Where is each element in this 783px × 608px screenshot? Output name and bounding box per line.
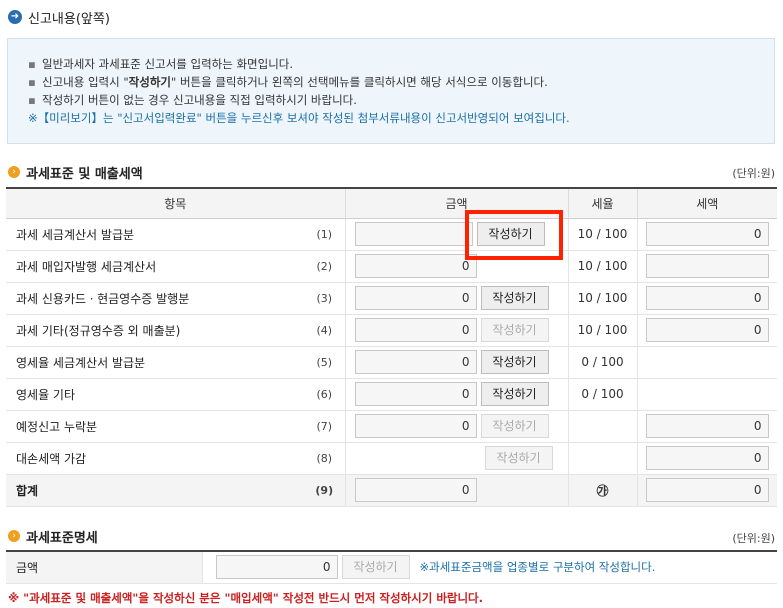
write-button[interactable]: 작성하기 xyxy=(480,318,549,342)
amount-input[interactable]: 0 xyxy=(354,318,477,342)
info-bold-label: 작성하기 xyxy=(128,75,171,89)
amount-input[interactable]: 0 xyxy=(354,286,477,310)
tax-input[interactable]: 0 xyxy=(645,446,769,470)
table-row: 금액 0 작성하기 ※과세표준금액을 업종별로 구분하여 작성합니다. xyxy=(6,550,777,584)
tax-input[interactable] xyxy=(645,254,769,278)
section-bullet-icon: › xyxy=(8,166,20,178)
total-rate-symbol: ㉮ xyxy=(567,474,637,507)
table-row: 대손세액 가감 (8) 작성하기 0 xyxy=(6,442,777,475)
row-number: (6) xyxy=(304,378,345,411)
info-note: ※【미리보기】는 "신고서입력완료" 버튼을 누르신후 보셔야 작성된 첨부서류… xyxy=(28,111,570,125)
table-row: 과세 신용카드ㆍ현금영수증 발행분 (3) 0 작성하기 10 / 100 0 xyxy=(6,282,777,315)
row-label: 영세율 세금계산서 발급분 xyxy=(6,346,304,379)
tax-input[interactable]: 0 xyxy=(645,222,769,246)
page-title: ➜ 신고내용(앞쪽) xyxy=(8,8,110,27)
page-title-text: 신고내용(앞쪽) xyxy=(28,11,110,27)
row-number: (3) xyxy=(304,282,345,315)
write-button[interactable]: 작성하기 xyxy=(480,286,549,310)
tax-base-amount-input[interactable]: 0 xyxy=(215,555,338,580)
total-label: 합계 xyxy=(6,474,304,507)
tax-rate: 10 / 100 xyxy=(567,218,637,251)
info-line-2: ▪ 신고내용 입력시 "작성하기" 버튼을 클릭하거나 왼쪽의 선택메뉴를 클릭하… xyxy=(28,75,548,89)
row-number: (5) xyxy=(304,346,345,379)
row-label: 과세 기타(정규영수증 외 매출분) xyxy=(6,314,304,347)
sales-tax-table: 항목 금액 세율 세액 과세 세금계산서 발급분 (1) 작성하기 10 / 1… xyxy=(6,187,777,507)
section-tax-base-heading: › 과세표준명세 xyxy=(8,527,98,546)
tax-rate: 10 / 100 xyxy=(567,250,637,283)
header-item: 항목 xyxy=(6,187,345,219)
header-rate: 세율 xyxy=(567,187,637,219)
row-number: (2) xyxy=(304,250,345,283)
tax-rate: 10 / 100 xyxy=(567,314,637,347)
amount-input[interactable]: 0 xyxy=(354,350,477,374)
info-box: ▪ 일반과세자 과세표준 신고서를 입력하는 화면입니다. ▪ 신고내용 입력시 "… xyxy=(7,38,775,144)
row-label: 영세율 기타 xyxy=(6,378,304,411)
write-button[interactable]: 작성하기 xyxy=(480,350,549,374)
total-number: (9) xyxy=(304,474,345,507)
row-label: 대손세액 가감 xyxy=(6,442,304,475)
row-number: (4) xyxy=(304,314,345,347)
tax-input[interactable]: 0 xyxy=(645,414,769,438)
write-button[interactable]: 작성하기 xyxy=(480,414,549,438)
tax-base-table: 금액 0 작성하기 ※과세표준금액을 업종별로 구분하여 작성합니다. xyxy=(6,550,777,584)
row-number: (1) xyxy=(304,218,345,251)
row-label: 금액 xyxy=(6,550,202,584)
row-number: (7) xyxy=(304,410,345,443)
tax-input[interactable]: 0 xyxy=(645,286,769,310)
section-sales-tax-heading: › 과세표준 및 매출세액 xyxy=(8,163,143,182)
amount-input[interactable]: 0 xyxy=(354,382,477,406)
tax-input[interactable]: 0 xyxy=(645,318,769,342)
total-row: 합계 (9) 0 ㉮ 0 xyxy=(6,474,777,507)
row-label: 과세 신용카드ㆍ현금영수증 발행분 xyxy=(6,282,304,315)
tax-rate: 0 / 100 xyxy=(567,378,637,411)
total-amount-input[interactable]: 0 xyxy=(354,478,477,502)
write-button[interactable]: 작성하기 xyxy=(480,382,549,406)
table-row: 과세 매입자발행 세금계산서 (2) 0 10 / 100 xyxy=(6,250,777,283)
row-label: 예정신고 누락분 xyxy=(6,410,304,443)
total-tax-input[interactable]: 0 xyxy=(645,478,769,502)
arrow-right-icon: ➜ xyxy=(8,10,22,24)
amount-input[interactable] xyxy=(354,222,473,246)
amount-input[interactable]: 0 xyxy=(354,254,477,278)
section-bullet-icon: › xyxy=(8,530,20,542)
info-line-3: ▪ 작성하기 버튼이 없는 경우 신고내용을 직접 입력하시기 바랍니다. xyxy=(28,93,357,107)
table-row: 과세 기타(정규영수증 외 매출분) (4) 0 작성하기 10 / 100 0 xyxy=(6,314,777,347)
write-button[interactable]: 작성하기 xyxy=(341,555,410,580)
row-number: (8) xyxy=(304,442,345,475)
row-label: 과세 매입자발행 세금계산서 xyxy=(6,250,304,283)
info-line-1: ▪ 일반과세자 과세표준 신고서를 입력하는 화면입니다. xyxy=(28,57,294,71)
table-row: 예정신고 누락분 (7) 0 작성하기 0 xyxy=(6,410,777,443)
table-row: 영세율 세금계산서 발급분 (5) 0 작성하기 0 / 100 xyxy=(6,346,777,379)
tax-rate: 10 / 100 xyxy=(567,282,637,315)
amount-input[interactable]: 0 xyxy=(354,414,477,438)
header-tax: 세액 xyxy=(636,187,777,219)
tax-rate: 0 / 100 xyxy=(567,346,637,379)
unit-label: (단위:원) xyxy=(732,532,775,545)
warning-note: ※ "과세표준 및 매출세액"을 작성하신 분은 "매입세액" 작성전 반드시 … xyxy=(8,591,484,605)
row-label: 과세 세금계산서 발급분 xyxy=(6,218,304,251)
table-row: 과세 세금계산서 발급분 (1) 작성하기 10 / 100 0 xyxy=(6,218,777,251)
tax-base-hint: ※과세표준금액을 업종별로 구분하여 작성합니다. xyxy=(419,559,656,574)
table-header-row: 항목 금액 세율 세액 xyxy=(6,187,777,219)
write-button[interactable]: 작성하기 xyxy=(484,446,553,470)
unit-label: (단위:원) xyxy=(732,167,775,180)
table-row: 영세율 기타 (6) 0 작성하기 0 / 100 xyxy=(6,378,777,411)
highlight-box xyxy=(465,210,563,260)
